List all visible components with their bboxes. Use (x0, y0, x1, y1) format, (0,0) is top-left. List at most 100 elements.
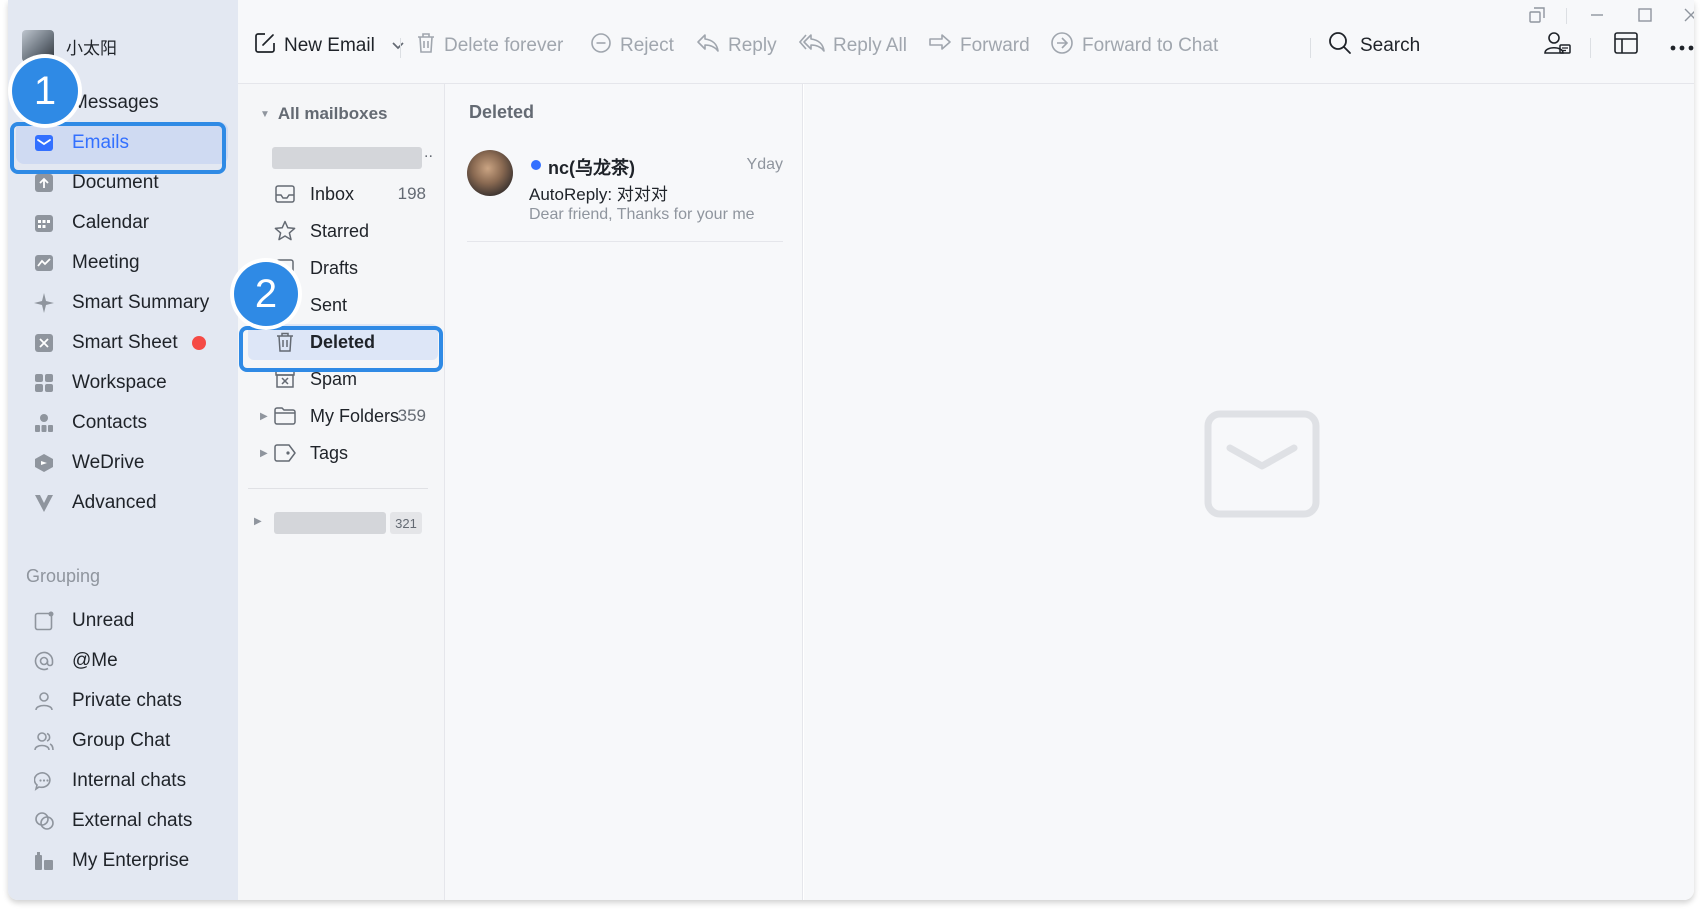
bubbles-icon (34, 811, 54, 831)
step-1-marker: 1 (12, 58, 78, 124)
inbox-icon (274, 183, 296, 205)
meeting-icon (34, 253, 54, 273)
sidebar-item-label: Advanced (72, 492, 157, 513)
toolbar: New Email Delete forever Reject Reply Re… (238, 0, 1694, 84)
mail-subject: AutoReply: 对对对 (529, 185, 668, 204)
forward-button[interactable]: Forward (928, 30, 1030, 62)
forward-to-chat-button[interactable]: Forward to Chat (1050, 30, 1218, 62)
profile[interactable]: 小太阳 (22, 30, 117, 62)
sidebar-item-label: External chats (72, 810, 193, 831)
star-icon (274, 220, 296, 242)
popout-icon (1529, 6, 1545, 28)
sidebar-item-label: Calendar (72, 212, 150, 233)
search-icon (1328, 31, 1352, 61)
layout-toggle-button[interactable] (1614, 30, 1638, 62)
popout-button[interactable] (1528, 6, 1546, 28)
person-icon (34, 691, 54, 711)
folder-starred[interactable]: Starred (248, 213, 438, 249)
tag-icon (274, 442, 296, 464)
forward-chat-icon (1050, 31, 1074, 61)
more-button[interactable] (1670, 30, 1694, 62)
folder-count: 359 (397, 406, 426, 425)
mailbox-divider (248, 488, 428, 489)
sidebar-group-my-enterprise[interactable]: My Enterprise (16, 840, 228, 882)
sidebar-item-workspace[interactable]: Workspace (16, 362, 228, 404)
sidebar-item-label: WeDrive (72, 452, 145, 473)
people-icon (34, 731, 54, 751)
mail-sender: nc(乌龙茶) (548, 158, 635, 178)
step-2-marker: 2 (234, 262, 298, 326)
unread-dot-icon (531, 160, 541, 170)
sidebar-group-private-chats[interactable]: Private chats (16, 680, 228, 722)
sidebar-group-internal-chats[interactable]: Internal chats (16, 760, 228, 802)
sidebar-item-label: Group Chat (72, 730, 171, 751)
profile-name: 小太阳 (66, 38, 117, 58)
reject-button[interactable]: Reject (590, 30, 674, 62)
delete-forever-label: Delete forever (444, 35, 564, 56)
second-account-redacted[interactable] (274, 512, 386, 534)
folder-icon (274, 405, 296, 427)
unread-icon (34, 611, 54, 631)
account-name-redacted[interactable] (272, 147, 422, 169)
mail-list-item[interactable]: nc(乌龙茶) Yday AutoReply: 对对对 Dear friend,… (467, 150, 783, 242)
sidebar-item-smart-sheet[interactable]: Smart Sheet (16, 322, 228, 364)
drive-icon (34, 453, 54, 473)
mail-list-panel: Deleted nc(乌龙茶) Yday AutoReply: 对对对 Dear… (445, 84, 803, 900)
reply-icon (696, 33, 720, 59)
sidebar-item-label: Internal chats (72, 770, 187, 791)
maximize-button[interactable] (1636, 7, 1654, 26)
folder-label: Starred (310, 220, 370, 241)
sidebar-item-calendar[interactable]: Calendar (16, 202, 228, 244)
caret-right-icon[interactable]: ▶ (254, 516, 262, 527)
folder-label: Tags (310, 442, 349, 463)
reading-pane (804, 84, 1694, 900)
reply-button[interactable]: Reply (696, 30, 777, 62)
calendar-icon (34, 213, 54, 233)
minimize-button[interactable] (1588, 8, 1606, 26)
sparkle-icon (34, 293, 54, 313)
emails-highlight (10, 122, 226, 174)
folder-tags[interactable]: ▶ Tags (248, 435, 438, 471)
sidebar-item-label: Smart Summary (72, 292, 210, 313)
folder-inbox[interactable]: Inbox 198 (248, 176, 438, 212)
folder-label: Sent (310, 294, 348, 315)
forward-to-chat-label: Forward to Chat (1082, 35, 1219, 56)
reply-all-label: Reply All (833, 35, 907, 56)
layout-icon (1614, 32, 1638, 60)
sidebar-item-label: Private chats (72, 690, 182, 711)
folder-count: 198 (397, 184, 426, 203)
more-icon (1670, 35, 1694, 57)
deleted-highlight (239, 326, 443, 372)
sidebar-item-advanced[interactable]: Advanced (16, 482, 228, 524)
contact-settings-button[interactable] (1544, 30, 1572, 62)
mail-preview: Dear friend, Thanks for your me (529, 206, 755, 223)
folder-my-folders[interactable]: ▶ My Folders 359 (248, 398, 438, 434)
app-window: 小太阳 Messages Emails Document Calendar Me… (8, 0, 1694, 900)
sidebar-group-external-chats[interactable]: External chats (16, 800, 228, 842)
unread-badge (192, 336, 206, 350)
avatar[interactable] (22, 30, 54, 62)
account-more: .. (424, 144, 433, 161)
sidebar-group-unread[interactable]: Unread (16, 600, 228, 642)
sidebar-item-smart-summary[interactable]: Smart Summary (16, 282, 228, 324)
sidebar-item-wedrive[interactable]: WeDrive (16, 442, 228, 484)
folder-label: Inbox (310, 183, 355, 204)
sidebar-group-group-chat[interactable]: Group Chat (16, 720, 228, 762)
caret-right-icon[interactable]: ▶ (260, 448, 268, 459)
sidebar-item-label: Contacts (72, 412, 147, 433)
search-button[interactable]: Search (1328, 30, 1420, 62)
forward-label: Forward (960, 35, 1030, 56)
sidebar-group-at-me[interactable]: @Me (16, 640, 228, 682)
sidebar-item-label: @Me (72, 650, 118, 671)
sidebar-item-label: Document (72, 172, 159, 193)
grid-icon (34, 373, 54, 393)
caret-right-icon[interactable]: ▶ (260, 411, 268, 422)
close-button[interactable] (1682, 8, 1694, 26)
all-mailboxes-header[interactable]: ▼ All mailboxes (260, 104, 388, 124)
sidebar-item-label: Unread (72, 610, 135, 631)
list-title: Deleted (469, 102, 535, 122)
sidebar-item-meeting[interactable]: Meeting (16, 242, 228, 284)
sidebar-item-contacts[interactable]: Contacts (16, 402, 228, 444)
toolbar-separator (1590, 38, 1591, 58)
reply-all-button[interactable]: Reply All (798, 30, 907, 62)
